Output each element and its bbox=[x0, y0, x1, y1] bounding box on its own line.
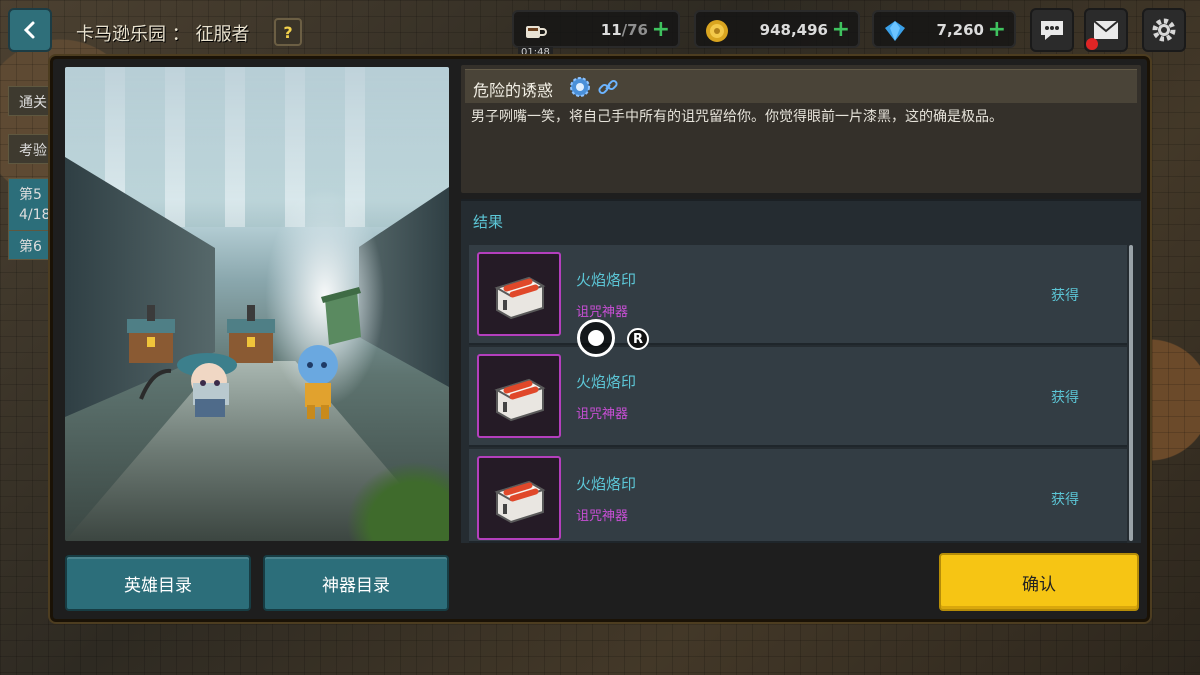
add-stamina-button[interactable]: + bbox=[652, 17, 670, 42]
item-name: 火焰烙印 bbox=[576, 271, 637, 289]
result-item-row[interactable]: 火焰烙印 诅咒神器 获得 bbox=[469, 245, 1127, 345]
chat-button[interactable] bbox=[1030, 8, 1074, 52]
event-title: 危险的诱惑 bbox=[473, 81, 554, 100]
result-item-row[interactable]: 火焰烙印 诅咒神器 获得 bbox=[469, 347, 1127, 447]
results-heading: 结果 bbox=[473, 213, 504, 231]
gold-counter: 948,496 + bbox=[694, 10, 860, 48]
obtain-status: 获得 bbox=[1051, 288, 1079, 304]
settings-button[interactable] bbox=[1142, 8, 1186, 52]
stamina-counter: 11/76 + 01:48 bbox=[512, 10, 680, 58]
add-gold-button[interactable]: + bbox=[832, 17, 850, 42]
artifact-catalog-button[interactable]: 神器目录 bbox=[263, 555, 449, 611]
toaster-artifact-icon bbox=[494, 480, 546, 524]
obtain-status: 获得 bbox=[1051, 390, 1079, 406]
chat-bubble-icon bbox=[1041, 21, 1063, 40]
badge-gear-icon bbox=[570, 77, 590, 97]
gold-coin-icon bbox=[706, 20, 728, 42]
ghost-man-sprite bbox=[298, 345, 338, 419]
hero-girl-sprite bbox=[139, 353, 237, 417]
coffee-cup-icon bbox=[526, 26, 547, 38]
stamina-current: 11 bbox=[600, 21, 622, 39]
link-chain-icon[interactable] bbox=[597, 76, 619, 98]
back-button[interactable] bbox=[8, 8, 52, 52]
item-type: 诅咒神器 bbox=[576, 407, 629, 422]
cursor-dot-icon bbox=[588, 330, 604, 346]
toaster-artifact-icon bbox=[494, 276, 546, 320]
diamond-icon bbox=[885, 21, 905, 41]
artifact-item-slot[interactable] bbox=[477, 456, 561, 540]
toaster-artifact-icon bbox=[494, 378, 546, 422]
record-badge[interactable]: R bbox=[627, 328, 649, 350]
gold-value: 948,496 bbox=[759, 21, 828, 39]
mail-envelope-icon bbox=[1093, 20, 1119, 39]
confirm-button[interactable]: 确认 bbox=[939, 553, 1139, 611]
top-bar: 卡马逊乐园 ： 征服者 ? 11/76 + 01:48 948,496 + 7,… bbox=[0, 0, 1200, 58]
help-button[interactable]: ? bbox=[274, 18, 302, 46]
event-description-panel: 危险的诱惑 男子咧嘴一笑，将自己手中所有的诅咒留给你。你觉得眼前一片漆黑，这的确… bbox=[461, 65, 1141, 193]
event-description: 男子咧嘴一笑，将自己手中所有的诅咒留给你。你觉得眼前一片漆黑，这的确是极品。 bbox=[471, 109, 1003, 125]
touch-cursor-indicator bbox=[577, 319, 615, 357]
artifact-item-slot[interactable] bbox=[477, 354, 561, 438]
obtain-status: 获得 bbox=[1051, 492, 1079, 508]
chevron-left-icon bbox=[23, 21, 35, 39]
event-scene-image bbox=[65, 67, 449, 541]
stamina-max: /76 bbox=[621, 21, 648, 39]
results-panel: 结果 火焰烙印 诅咒神器 获得 火焰烙印 诅咒神器 获得 火焰烙印 诅咒神器 获… bbox=[461, 199, 1141, 543]
trash-bin-sprite bbox=[321, 287, 361, 345]
event-title-bar: 危险的诱惑 bbox=[465, 69, 1137, 103]
item-name: 火焰烙印 bbox=[576, 373, 637, 391]
item-type: 诅咒神器 bbox=[576, 509, 629, 524]
gear-icon bbox=[1152, 18, 1176, 42]
mail-notification-dot bbox=[1086, 38, 1098, 50]
stage-title: 卡马逊乐园 ： 征服者 bbox=[76, 24, 250, 45]
add-gems-button[interactable]: + bbox=[988, 17, 1006, 42]
item-name: 火焰烙印 bbox=[576, 475, 637, 493]
artifact-item-slot[interactable] bbox=[477, 252, 561, 336]
gem-counter: 7,260 + bbox=[872, 10, 1016, 48]
hero-catalog-button[interactable]: 英雄目录 bbox=[65, 555, 251, 611]
gem-value: 7,260 bbox=[936, 21, 984, 39]
results-scrollbar[interactable] bbox=[1129, 245, 1133, 541]
result-item-row[interactable]: 火焰烙印 诅咒神器 获得 bbox=[469, 449, 1127, 543]
item-type: 诅咒神器 bbox=[576, 305, 629, 320]
